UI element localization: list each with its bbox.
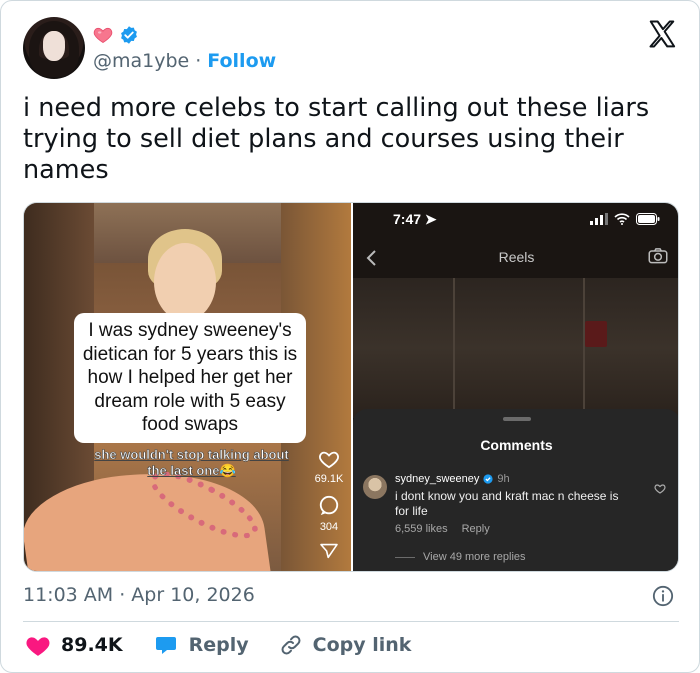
- heart-icon: [26, 637, 50, 656]
- signal-icon: [590, 213, 608, 225]
- tweet-timestamp[interactable]: 11:03 AM · Apr 10, 2026: [23, 584, 255, 606]
- video-subcaption: she wouldn't stop talking about the last…: [94, 447, 289, 479]
- verified-badge-icon: [483, 474, 493, 484]
- camera-icon[interactable]: [648, 247, 668, 265]
- comment-likes: 6,559 likes: [395, 523, 448, 535]
- reply-button[interactable]: Reply: [153, 633, 249, 657]
- info-icon[interactable]: [652, 585, 674, 607]
- share-icon[interactable]: [319, 543, 339, 559]
- reels-header: Reels: [353, 243, 678, 273]
- tweet-text: i need more celebs to start calling out …: [23, 93, 650, 185]
- copy-link-button[interactable]: Copy link: [279, 633, 412, 657]
- comment-meta: 6,559 likes Reply: [395, 523, 490, 535]
- media-right-screenshot: 7:47 ➤ Reels Comments sydney_sweeney 9h …: [353, 203, 678, 571]
- wifi-icon: [614, 213, 630, 225]
- status-time: 7:47 ➤: [393, 211, 437, 227]
- comment-heart-icon[interactable]: [654, 483, 666, 494]
- tweet-media[interactable]: I was sydney sweeney's dietican for 5 ye…: [23, 202, 679, 572]
- commenter-line: sydney_sweeney 9h: [395, 473, 510, 485]
- author-handle[interactable]: @ma1ybe: [93, 50, 189, 72]
- video-like-count: 69.1K: [314, 473, 344, 485]
- reel-video-frame: [353, 278, 678, 418]
- comment-reply-button[interactable]: Reply: [462, 523, 490, 535]
- reels-title: Reels: [498, 249, 535, 265]
- copy-link-label: Copy link: [312, 634, 412, 656]
- view-more-label: View 49 more replies: [423, 551, 526, 563]
- commenter-name[interactable]: sydney_sweeney: [395, 473, 479, 485]
- status-icons: [590, 213, 660, 225]
- author-badges: [93, 25, 139, 45]
- follow-button[interactable]: Follow: [207, 50, 276, 72]
- tweet-card: @ma1ybe · Follow i need more celebs to s…: [0, 0, 700, 673]
- reply-bubble-icon: [155, 637, 176, 654]
- sheet-grabber[interactable]: [503, 417, 531, 421]
- commenter-avatar: [363, 475, 387, 499]
- view-more-replies[interactable]: View 49 more replies: [395, 551, 526, 563]
- author-avatar[interactable]: [23, 17, 85, 79]
- comment-text: i dont know you and kraft mac n cheese i…: [395, 489, 619, 518]
- author-line: @ma1ybe · Follow: [93, 50, 276, 72]
- verified-badge-icon: [121, 26, 137, 44]
- video-side-actions: 69.1K 304: [309, 449, 349, 563]
- like-count: 89.4K: [61, 634, 123, 656]
- video-comment-count: 304: [319, 521, 339, 533]
- x-logo-icon[interactable]: [647, 19, 677, 49]
- battery-icon: [636, 213, 660, 225]
- like-button[interactable]: 89.4K: [25, 633, 123, 657]
- heart-outline-icon[interactable]: [318, 449, 340, 469]
- footer-divider: [23, 621, 679, 622]
- media-left-screenshot: I was sydney sweeney's dietican for 5 ye…: [24, 203, 351, 571]
- pink-heart-icon: [93, 27, 113, 43]
- reply-label: Reply: [188, 634, 249, 656]
- comments-title: Comments: [480, 437, 553, 453]
- comments-sheet: Comments sydney_sweeney 9h i dont know y…: [353, 409, 678, 571]
- comment-bubble-icon[interactable]: [318, 495, 340, 517]
- comment-age: 9h: [497, 473, 510, 485]
- separator-dot: ·: [195, 50, 202, 72]
- link-icon: [281, 635, 301, 655]
- video-caption: I was sydney sweeney's dietican for 5 ye…: [76, 315, 304, 441]
- tweet-actions: 89.4K Reply Copy link: [25, 633, 441, 657]
